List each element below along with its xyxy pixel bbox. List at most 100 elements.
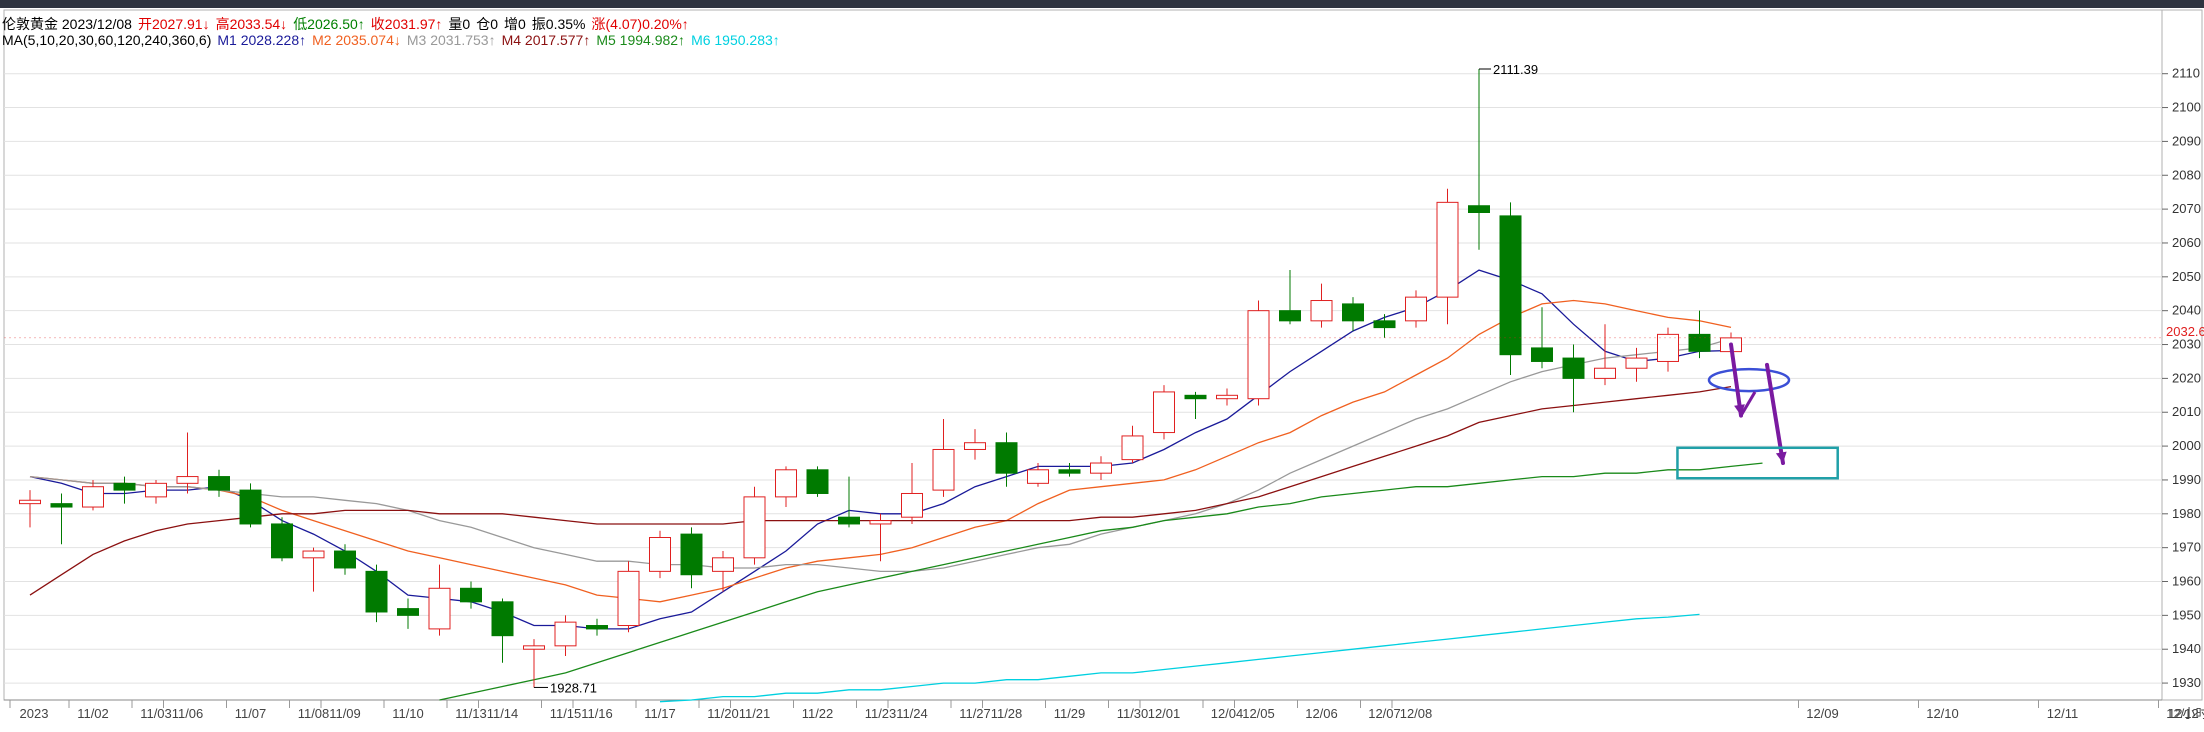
candle-body	[1562, 357, 1585, 379]
candle-body	[1027, 469, 1049, 484]
candle-body	[239, 489, 262, 525]
ma-field-5: M5 1994.982↑	[596, 32, 686, 48]
date-tick-label: 11/02	[77, 706, 109, 721]
candle-body	[1090, 462, 1112, 474]
date-tick-label: 11/17	[644, 706, 676, 721]
date-tick-label: 2023	[20, 706, 49, 721]
price-tick-label: 1930	[2172, 675, 2201, 690]
date-tick-label: 11/14	[487, 706, 519, 721]
date-tick-label: 11/15	[550, 706, 582, 721]
price-tick-label: 2010	[2172, 404, 2201, 419]
date-tick-label: 11/08	[298, 706, 330, 721]
high-label: 2111.39	[1493, 62, 1538, 77]
candle-body	[145, 482, 167, 498]
price-tick-label: 2100	[2172, 100, 2201, 115]
plot-area-frame	[3, 9, 2163, 701]
candle-body	[1405, 296, 1427, 322]
date-tick-label: 11/21	[739, 706, 771, 721]
ohlc-field-1: 开2027.91↓	[137, 16, 210, 32]
candle-body	[365, 570, 388, 613]
date-tick-label: 11/23	[865, 706, 897, 721]
price-tick-label: 1970	[2172, 540, 2201, 555]
date-tick-label: 11/03	[140, 706, 172, 721]
date-tick-label: 11/24	[896, 706, 928, 721]
candle-body	[1625, 357, 1648, 369]
candle-body	[523, 645, 545, 650]
candle-body	[1342, 303, 1364, 322]
candle-body	[460, 587, 482, 603]
date-tick-label: 12/10	[1926, 706, 1959, 721]
candle-body	[1499, 215, 1522, 356]
ma-field-6: M6 1950.283↑	[691, 32, 780, 48]
candle-body	[50, 503, 73, 508]
candle-body	[82, 486, 104, 508]
candle-body	[1121, 435, 1144, 461]
candle-body	[743, 496, 766, 559]
price-tick-label: 2050	[2172, 269, 2201, 284]
date-tick-label: 12/05	[1242, 706, 1275, 721]
candle-body	[208, 476, 230, 491]
date-tick-label: 11/29	[1054, 706, 1086, 721]
candle-body	[1310, 300, 1333, 322]
candle-body	[964, 442, 986, 450]
ohlc-field-5: 量0	[448, 16, 471, 32]
candle-body	[1436, 201, 1459, 298]
date-tick-label: 11/13	[455, 706, 487, 721]
candle-body	[1058, 469, 1081, 474]
date-tick-label: 11/27	[959, 706, 991, 721]
timeframe-label: 12小时	[2168, 706, 2204, 721]
ma-field-1: M1 2028.228↑	[217, 32, 307, 48]
date-tick-label: 11/07	[235, 706, 267, 721]
ma-field-0: MA(5,10,20,30,60,120,240,360,6)	[2, 32, 212, 48]
price-tick-label: 2020	[2172, 370, 2201, 385]
date-tick-label: 11/09	[329, 706, 361, 721]
candlestick-chart[interactable]: 1930 1940 1950 1960 1970 1980 1990 2000 2010 2020…	[0, 0, 2204, 732]
candle-body	[1594, 367, 1616, 379]
date-tick-label: 12/04	[1211, 706, 1244, 721]
candle-body	[1531, 347, 1553, 362]
date-tick-label: 11/28	[991, 706, 1023, 721]
candle-body	[1688, 333, 1711, 352]
price-tick-label: 2060	[2172, 235, 2201, 250]
candle-body	[617, 570, 640, 627]
candle-body	[302, 550, 325, 559]
date-tick-label: 11/22	[802, 706, 834, 721]
candle-body	[869, 520, 892, 525]
ma-field-4: M4 2017.577↑	[501, 32, 591, 48]
ohlc-field-8: 振0.35%	[531, 16, 586, 32]
price-tick-label: 1940	[2172, 641, 2201, 656]
price-tick-label: 2090	[2172, 133, 2201, 148]
low-label: 1928.71	[550, 680, 597, 695]
ohlc-field-3: 低2026.50↑	[293, 16, 365, 32]
ma-field-2: M2 2035.074↓	[312, 32, 401, 48]
price-tick-label: 2070	[2172, 201, 2201, 216]
price-tick-label: 1990	[2172, 472, 2201, 487]
ohlc-field-9: 涨(4.07)0.20%↑	[591, 16, 689, 32]
candle-body	[113, 482, 136, 491]
ohlc-info-line: 伦敦黄金 2023/12/08 开2027.91↓ 高2033.54↓ 低2026.5…	[2, 14, 695, 34]
price-tick-label: 1950	[2172, 607, 2201, 622]
candle-body	[586, 625, 608, 630]
candle-body	[1153, 391, 1175, 434]
candle-body	[901, 492, 923, 518]
price-tick-label: 2080	[2172, 167, 2201, 182]
date-tick-label: 12/08	[1400, 706, 1433, 721]
price-tick-label: 1980	[2172, 506, 2201, 521]
date-tick-label: 12/01	[1148, 706, 1181, 721]
candle-body	[995, 442, 1018, 474]
price-tick-label: 1960	[2172, 574, 2201, 589]
date-tick-label: 12/11	[2047, 706, 2079, 721]
candle-body	[491, 601, 514, 637]
candle-body	[680, 533, 703, 576]
price-tick-label: 2040	[2172, 303, 2201, 318]
candle-body	[334, 550, 356, 569]
date-tick-label: 11/06	[172, 706, 204, 721]
candle-body	[1373, 320, 1396, 329]
ohlc-field-7: 增0	[504, 16, 526, 32]
candle-body	[838, 516, 860, 525]
candle-body	[19, 499, 41, 505]
date-tick-label: 11/30	[1117, 706, 1149, 721]
date-tick-label: 12/07	[1368, 706, 1401, 721]
date-tick-label: 12/09	[1806, 706, 1839, 721]
candle-body	[649, 537, 671, 572]
